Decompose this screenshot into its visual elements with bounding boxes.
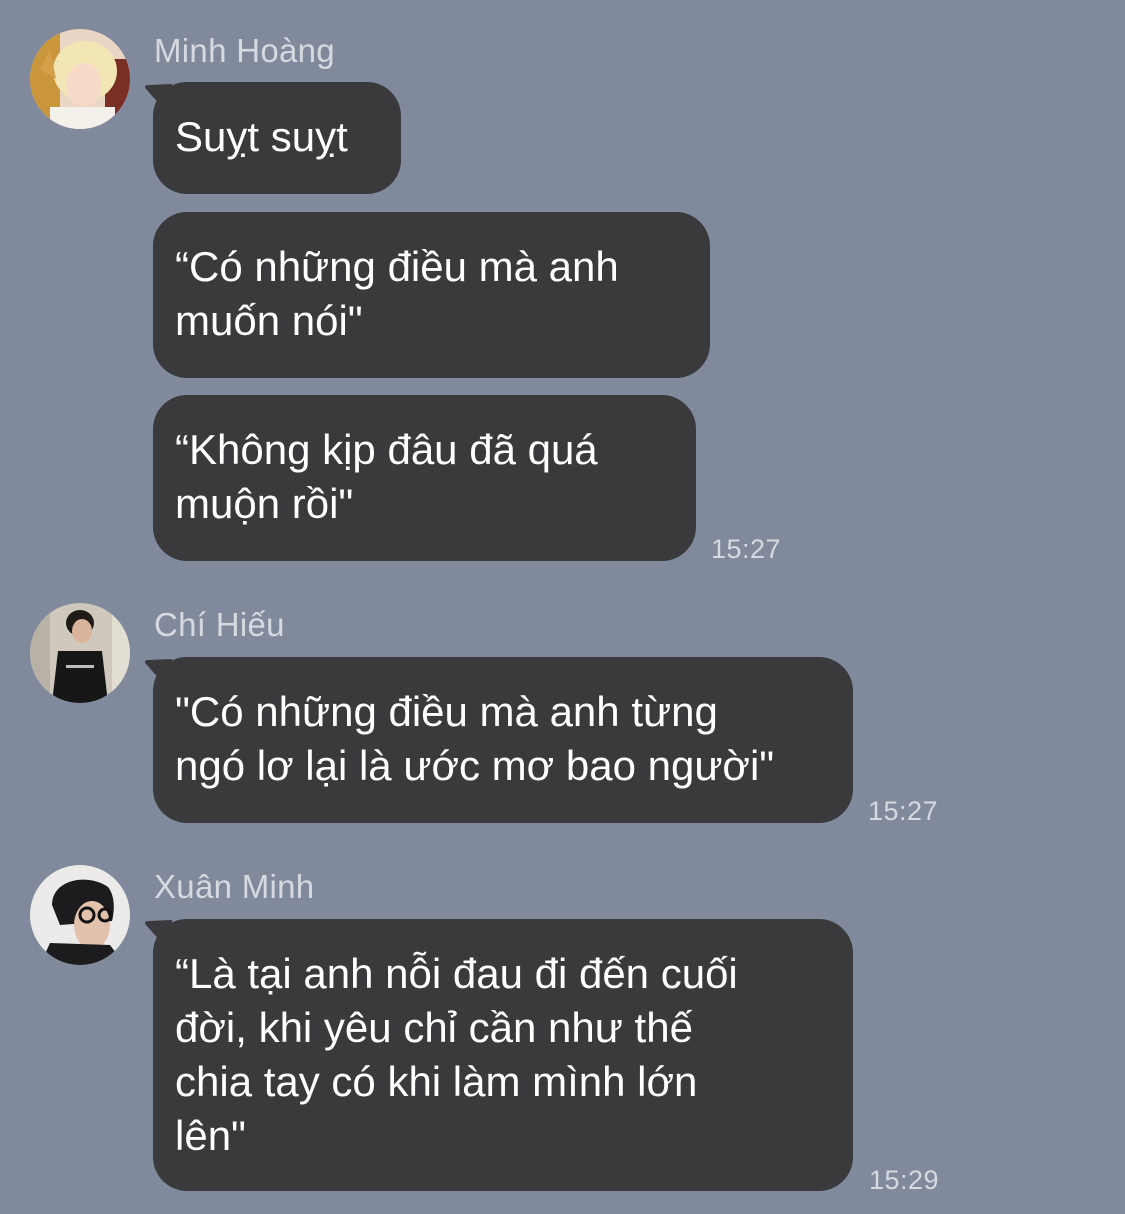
chat-message-list[interactable]: Minh Hoàng Suỵt suỵt “Có những điều mà a… <box>0 0 1125 1214</box>
message-bubble[interactable]: “Có những điều mà anh muốn nói" <box>153 212 710 378</box>
blonde-person-avatar-icon <box>30 29 130 129</box>
avatar-minh-hoang[interactable] <box>30 29 130 129</box>
message-timestamp: 15:27 <box>868 796 939 826</box>
message-bubble[interactable]: Suỵt suỵt <box>153 82 401 194</box>
dark-hair-person-avatar-icon <box>30 603 130 703</box>
avatar-xuan-minh[interactable] <box>30 865 130 965</box>
sender-name: Xuân Minh <box>154 868 315 905</box>
sender-name: Chí Hiếu <box>154 606 285 643</box>
message-bubble[interactable]: “Không kịp đâu đã quá muộn rồi" <box>153 395 696 561</box>
message-timestamp: 15:29 <box>869 1165 940 1195</box>
glasses-person-avatar-icon <box>30 865 130 965</box>
message-bubble[interactable]: “Là tại anh nỗi đau đi đến cuối đời, khi… <box>153 919 853 1191</box>
avatar-chi-hieu[interactable] <box>30 603 130 703</box>
message-timestamp: 15:27 <box>711 534 782 564</box>
sender-name: Minh Hoàng <box>154 32 335 69</box>
message-bubble[interactable]: "Có những điều mà anh từng ngó lơ lại là… <box>153 657 853 823</box>
